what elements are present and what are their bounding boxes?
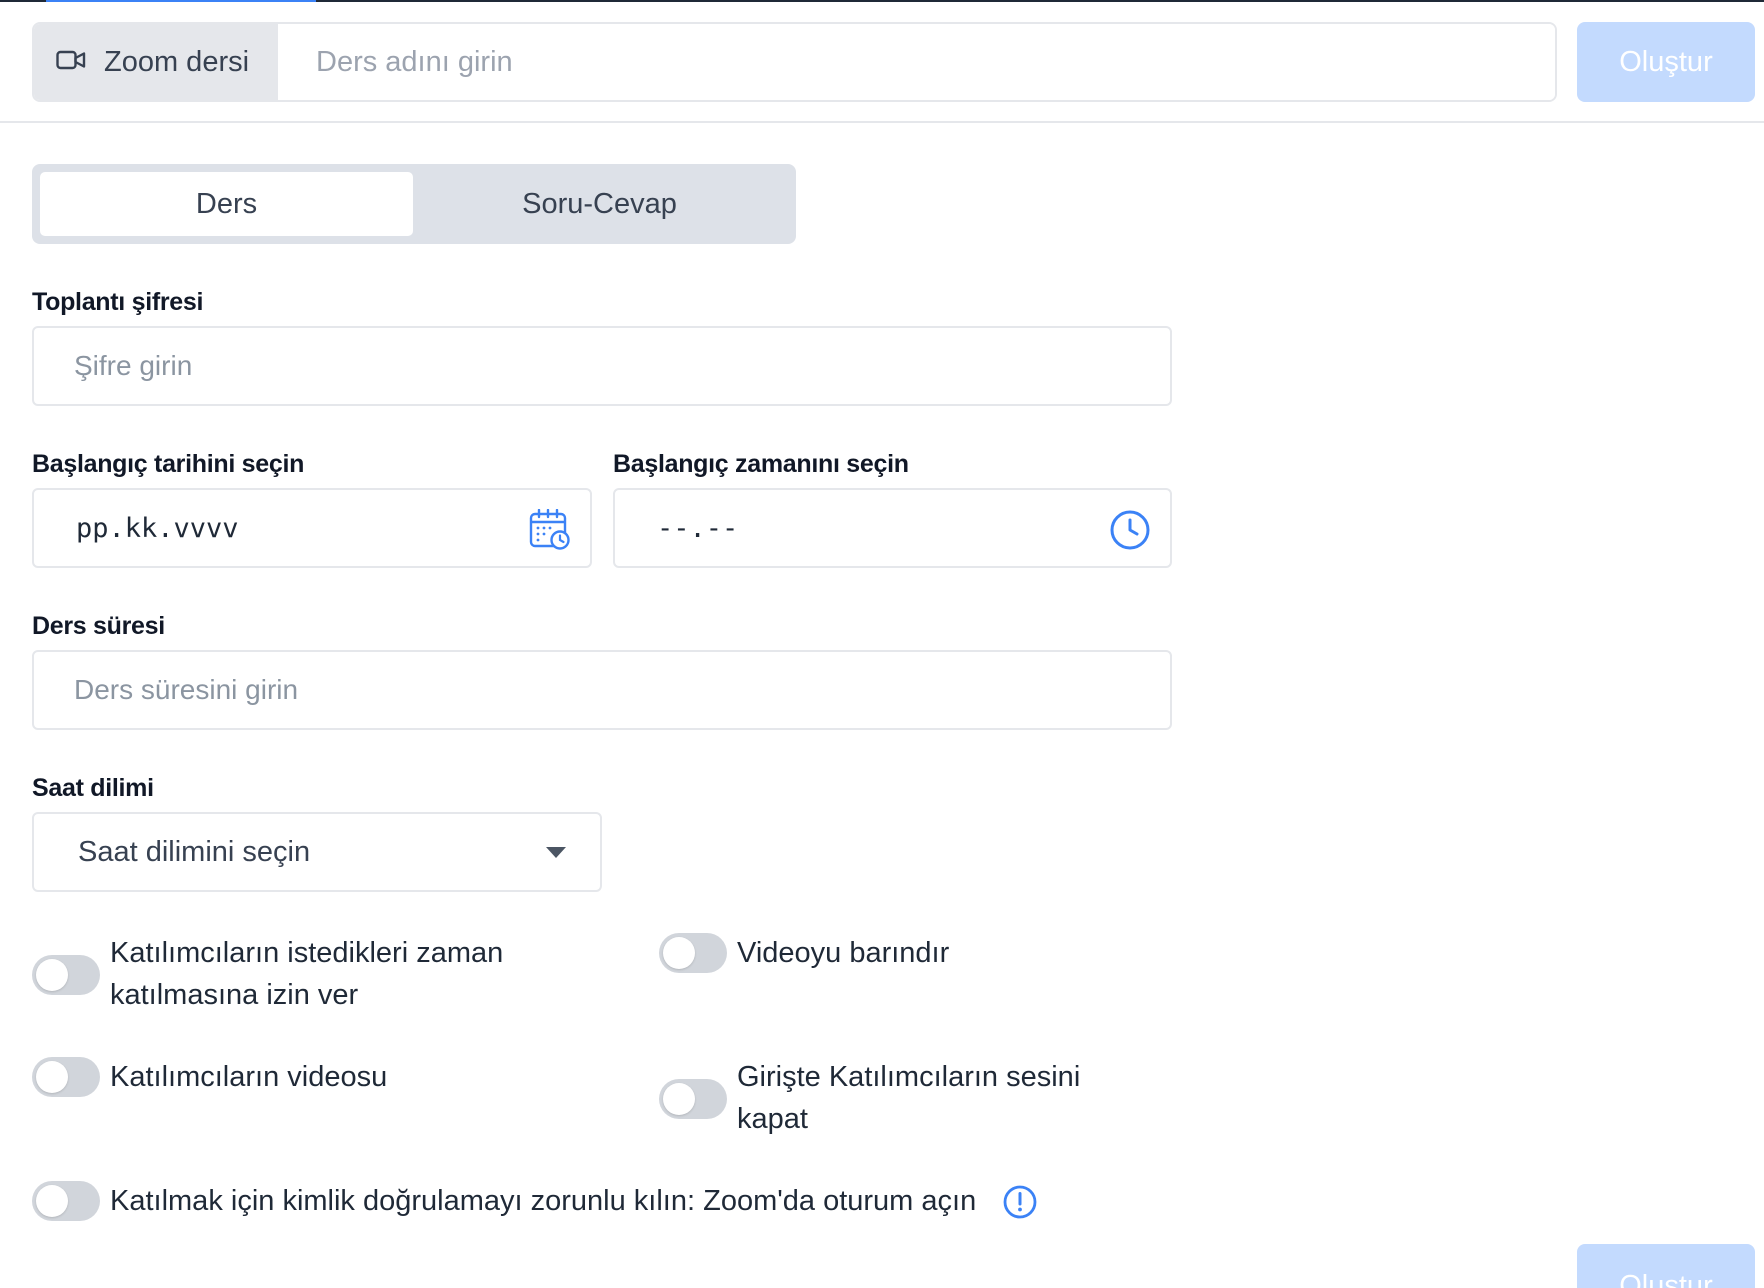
timezone-selected-value: Saat dilimini seçin	[78, 835, 311, 868]
start-date-field[interactable]: pp.kk.vvvv	[32, 488, 592, 568]
auth-required-label: Katılmak için kimlik doğrulamayı zorunlu…	[110, 1185, 977, 1217]
toggle-knob	[36, 1061, 68, 1093]
toggle-knob	[36, 1185, 68, 1217]
participant-video-toggle[interactable]	[32, 1057, 100, 1097]
create-button-bottom[interactable]: Oluştur	[1577, 1244, 1755, 1288]
host-video-label: Videoyu barındır	[737, 937, 950, 969]
calendar-clock-icon[interactable]	[528, 508, 572, 552]
toggle-knob	[663, 937, 695, 969]
start-time-label: Başlangıç zamanını seçin	[613, 450, 909, 478]
timezone-select[interactable]: Saat dilimini seçin	[32, 812, 602, 892]
lesson-name-input[interactable]	[278, 24, 1555, 100]
active-tab-indicator	[46, 0, 316, 2]
host-video-toggle[interactable]	[659, 933, 727, 973]
tab-lesson[interactable]: Ders	[40, 172, 413, 236]
zoom-lesson-label: Zoom dersi	[104, 45, 250, 78]
auth-required-toggle-row	[32, 1181, 100, 1221]
start-time-value: --.--	[657, 512, 739, 544]
mute-on-entry-toggle-row	[659, 1079, 727, 1119]
clock-icon[interactable]	[1108, 508, 1152, 552]
duration-label: Ders süresi	[32, 612, 165, 640]
join-anytime-toggle[interactable]	[32, 955, 100, 995]
start-time-field[interactable]: --.--	[613, 488, 1172, 568]
start-date-label: Başlangıç tarihini seçin	[32, 450, 305, 478]
password-label: Toplantı şifresi	[32, 288, 204, 316]
mute-on-entry-toggle[interactable]	[659, 1079, 727, 1119]
password-field-wrapper	[32, 326, 1172, 406]
password-input[interactable]	[34, 328, 1170, 404]
lesson-name-group: Zoom dersi	[32, 22, 1557, 102]
start-date-value: pp.kk.vvvv	[76, 512, 239, 544]
join-anytime-label-line1: Katılımcıların istedikleri zaman	[110, 937, 504, 969]
timezone-label: Saat dilimi	[32, 774, 154, 802]
duration-input[interactable]	[34, 652, 1170, 728]
participant-video-label: Katılımcıların videosu	[110, 1061, 388, 1093]
mute-on-entry-label-line2: kapat	[737, 1103, 808, 1135]
join-anytime-label-line2: katılmasına izin ver	[110, 979, 359, 1011]
duration-field-wrapper	[32, 650, 1172, 730]
host-video-toggle-row	[659, 933, 727, 973]
create-button-top[interactable]: Oluştur	[1577, 22, 1755, 102]
mute-on-entry-label-line1: Girişte Katılımcıların sesini	[737, 1061, 1081, 1093]
tab-qa[interactable]: Soru-Cevap	[413, 172, 786, 236]
toggle-knob	[36, 959, 68, 991]
chevron-down-icon	[546, 846, 566, 858]
participant-video-toggle-row	[32, 1057, 100, 1097]
video-camera-icon	[56, 49, 86, 76]
join-anytime-toggle-row	[32, 955, 100, 995]
zoom-lesson-addon: Zoom dersi	[34, 24, 278, 100]
auth-required-toggle[interactable]	[32, 1181, 100, 1221]
info-alert-icon[interactable]	[1002, 1184, 1038, 1225]
toggle-knob	[663, 1083, 695, 1115]
lesson-type-switch: Ders Soru-Cevap	[32, 164, 796, 244]
